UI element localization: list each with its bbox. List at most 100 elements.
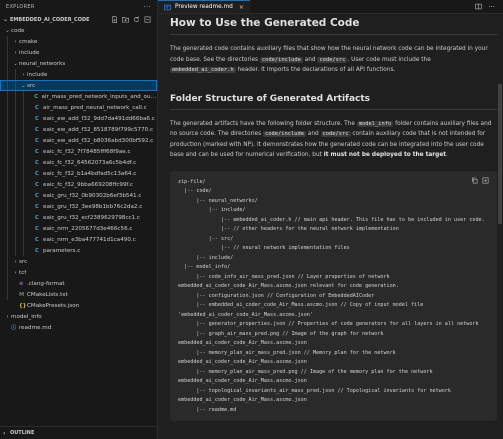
warning-text: it must not be deployed to the target xyxy=(323,152,447,158)
chevron-right-icon: › xyxy=(6,313,9,320)
workspace-root-label: EMBEDDED_AI_CODER_CODE xyxy=(10,16,90,23)
explorer-sidebar: EXPLORER ··· ⌄ EMBEDDED_AI_CODER_CODE ⌄ c… xyxy=(0,0,158,439)
chevron-right-icon: › xyxy=(14,49,17,56)
chevron-right-icon: › xyxy=(14,258,17,265)
outline-label: OUTLINE xyxy=(10,430,35,436)
inline-code: embedded_ai_coder.h xyxy=(170,67,236,73)
c-file-icon: C xyxy=(35,203,39,210)
markdown-preview: How to Use the Generated Code The genera… xyxy=(170,14,497,439)
tree-folder[interactable]: ⌄ src xyxy=(0,80,157,91)
scrollbar-thumb[interactable] xyxy=(498,84,502,224)
split-editor-icon[interactable] xyxy=(475,3,482,10)
tree-file[interactable]: M CMakeLists.txt xyxy=(0,289,157,300)
workspace-root[interactable]: ⌄ EMBEDDED_AI_CODER_CODE xyxy=(0,14,157,25)
refresh-icon[interactable] xyxy=(133,16,140,23)
text: and xyxy=(302,56,318,63)
explorer-header: EXPLORER ··· xyxy=(0,0,157,14)
code-block-actions xyxy=(471,177,489,184)
more-actions-icon[interactable]: ··· xyxy=(143,3,151,11)
preview-icon xyxy=(164,4,171,10)
page-title: How to Use the Generated Code xyxy=(170,17,497,35)
inline-code: code/src xyxy=(320,131,351,137)
c-file-icon: C xyxy=(35,214,39,221)
tree-item-label: eaic_fc_f32_7f78485fff68f9ae.c xyxy=(43,148,131,155)
code-block-content: zip-file/ |-- code/ |-- neural_networks/… xyxy=(178,178,485,413)
file-tree: ⌄ code › cmake › include ⌄ neural_networks › incl… xyxy=(0,25,157,333)
tab-bar: Preview readme.md × ··· xyxy=(158,0,503,14)
c-file-icon: C xyxy=(35,126,39,133)
tree-item-label: eaic_nrm_2205677d3e466c56.c xyxy=(43,225,133,232)
tree-item-label: eaic_ew_add_f32_8518789f799c5770.c xyxy=(43,126,154,133)
tree-folder[interactable]: › tcf xyxy=(0,267,157,278)
new-file-icon[interactable] xyxy=(111,16,118,23)
intro-paragraph: The generated code contains auxiliary fi… xyxy=(170,44,497,76)
tree-item-label: neural_networks xyxy=(19,60,66,67)
text: and xyxy=(305,131,321,137)
tree-item-label: parameters.c xyxy=(43,247,81,254)
more-actions-icon[interactable]: ··· xyxy=(488,3,495,11)
info-icon: ⓘ xyxy=(11,325,17,331)
tree-file[interactable]: {} CMakePresets.json xyxy=(0,300,157,311)
tree-file[interactable]: ⓘ readme.md xyxy=(0,322,157,333)
insert-icon[interactable] xyxy=(482,177,489,184)
indent-guide xyxy=(15,69,16,256)
text: header. It imports the declarations of a… xyxy=(235,67,396,73)
tree-item-label: CMakeLists.txt xyxy=(27,291,68,298)
chevron-right-icon: › xyxy=(3,429,6,437)
outline-section[interactable]: › OUTLINE xyxy=(0,426,157,439)
tree-folder[interactable]: ⌄ code xyxy=(0,25,157,36)
tab-label: Preview readme.md xyxy=(175,4,233,10)
c-file-icon: C xyxy=(35,159,39,166)
c-file-icon: C xyxy=(35,170,39,177)
chevron-right-icon: › xyxy=(14,38,17,45)
tree-folder[interactable]: ⌄ neural_networks xyxy=(0,58,157,69)
c-file-icon: C xyxy=(35,104,39,111)
new-folder-icon[interactable] xyxy=(122,16,129,23)
structure-paragraph: The generated artifacts have the followi… xyxy=(170,119,497,161)
copy-icon[interactable] xyxy=(471,177,478,184)
config-icon: ≡ xyxy=(19,280,24,287)
tree-item-label: eaic_ew_add_f32_9dd7da491dd66ba6.c xyxy=(43,115,155,122)
tree-folder[interactable]: › include xyxy=(0,47,157,58)
c-file-icon: C xyxy=(35,137,39,144)
tab-preview-readme[interactable]: Preview readme.md × xyxy=(158,0,250,13)
close-icon[interactable]: × xyxy=(239,4,244,11)
tree-item-label: model_info xyxy=(11,313,42,320)
tree-item-label: .clang-format xyxy=(27,280,65,287)
tree-item-label: eaic_gru_f32_0b90302b6ef3b541.c xyxy=(43,192,142,199)
tree-item-label: air_mass_pred_network_inputs_and_outputs… xyxy=(41,93,157,100)
section-heading: Folder Structure of Generated Artifacts xyxy=(170,94,497,110)
c-file-icon: C xyxy=(35,225,39,232)
tree-folder[interactable]: › model_info xyxy=(0,311,157,322)
indent-guide xyxy=(7,36,8,300)
inline-code: code/include xyxy=(263,131,306,137)
tree-item-label: eaic_ew_add_f32_b8036abd300bf592.c xyxy=(43,137,154,144)
tree-folder[interactable]: › src xyxy=(0,256,157,267)
tree-item-label: eaic_fc_f32_9bba669208ffc99f.c xyxy=(43,181,133,188)
tree-item-label: air_mass_pred_neural_network_call.c xyxy=(43,104,147,111)
c-file-icon: C xyxy=(35,247,39,254)
tree-folder[interactable]: › cmake xyxy=(0,36,157,47)
chevron-right-icon: › xyxy=(14,269,17,276)
chevron-down-icon: ⌄ xyxy=(13,60,18,67)
chevron-down-icon: ⌄ xyxy=(3,16,9,23)
editor-actions: ··· xyxy=(475,0,503,13)
tree-item-label: tcf xyxy=(19,269,27,276)
tree-file[interactable]: ≡ .clang-format xyxy=(0,278,157,289)
text: . User code must include the xyxy=(347,56,431,63)
tree-item-label: eaic_gru_f32_ecf2389629798cc1.c xyxy=(43,214,141,221)
json-icon: {} xyxy=(19,302,27,309)
tree-item-label: eaic_fc_f32_b1a4bdfad5c13a64.c xyxy=(43,170,137,177)
tree-folder[interactable]: › include xyxy=(0,69,157,80)
inline-code: model_info xyxy=(356,120,394,127)
tree-item-label: src xyxy=(27,82,36,89)
c-file-icon: C xyxy=(34,93,39,100)
cmake-icon: M xyxy=(19,291,25,298)
tree-item-label: CMakePresets.json xyxy=(27,302,80,309)
code-block: zip-file/ |-- code/ |-- neural_networks/… xyxy=(170,170,497,421)
tree-item-label: readme.md xyxy=(19,324,52,331)
c-file-icon: C xyxy=(35,181,39,188)
collapse-all-icon[interactable] xyxy=(144,16,151,23)
vertical-scrollbar[interactable] xyxy=(497,14,503,439)
chevron-right-icon: › xyxy=(22,71,25,78)
